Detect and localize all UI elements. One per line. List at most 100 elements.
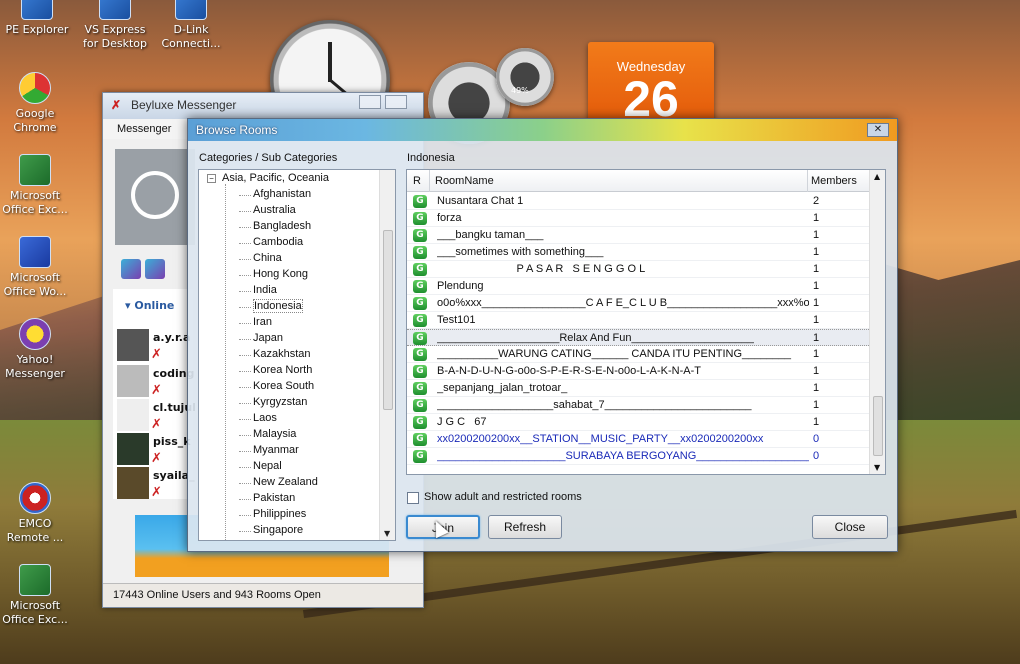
- tree-node-philippines[interactable]: Philippines: [239, 508, 306, 524]
- table-row-selected[interactable]: G ____________________Relax And Fun______…: [407, 329, 869, 346]
- show-adult-checkbox[interactable]: [407, 492, 419, 504]
- column-header-r[interactable]: R: [413, 175, 421, 187]
- category-tree[interactable]: − Asia, Pacific, Oceania Afghanistan Aust…: [198, 169, 396, 541]
- tree-node-singapore[interactable]: Singapore: [239, 524, 303, 540]
- room-members: 1: [813, 416, 820, 428]
- tree-scrollbar[interactable]: ▼: [379, 170, 395, 540]
- scrollbar-thumb[interactable]: [873, 396, 883, 456]
- room-members: 0: [813, 450, 820, 462]
- scroll-down-arrow-icon[interactable]: ▼: [874, 463, 880, 472]
- desktop-icon-yahoo-messenger[interactable]: Yahoo! Messenger: [0, 318, 74, 381]
- table-row[interactable]: G Test101 1: [407, 312, 869, 329]
- tree-node-iran[interactable]: Iran: [239, 316, 272, 332]
- tree-node-new-zealand[interactable]: New Zealand: [239, 476, 318, 492]
- contact-item[interactable]: syaila_ ✗: [115, 467, 195, 501]
- table-row[interactable]: G _sepanjang_jalan_trotoar_ 1: [407, 380, 869, 397]
- table-row[interactable]: Go0o%xxx_________________C A F E_C L U B…: [407, 295, 869, 312]
- collapse-icon[interactable]: −: [207, 173, 216, 183]
- contact-item[interactable]: piss_k ✗: [115, 433, 195, 467]
- group-icon[interactable]: [145, 259, 165, 279]
- dialog-titlebar[interactable]: Browse Rooms: [188, 119, 897, 141]
- column-header-roomname[interactable]: RoomName: [435, 175, 494, 187]
- refresh-button[interactable]: Refresh: [488, 515, 562, 539]
- table-row[interactable]: Gxx0200200200xx__STATION__MUSIC_PARTY__x…: [407, 431, 869, 448]
- tree-node-bangladesh[interactable]: Bangladesh: [239, 220, 311, 236]
- tree-node-australia[interactable]: Australia: [239, 204, 296, 220]
- room-green-icon: G: [413, 365, 427, 378]
- tree-connector: [239, 291, 251, 292]
- tree-connector: [239, 419, 251, 420]
- table-row[interactable]: G J G C 67 1: [407, 414, 869, 431]
- rooms-table[interactable]: R RoomName Members G Nusantara Chat 1 2 Gf…: [406, 169, 886, 475]
- contact-item[interactable]: coding ✗: [115, 365, 195, 399]
- tree-node-japan[interactable]: Japan: [239, 332, 283, 348]
- table-row[interactable]: G Plendung 1: [407, 278, 869, 295]
- column-header-members[interactable]: Members: [811, 175, 857, 187]
- minimize-button[interactable]: [359, 95, 381, 109]
- maximize-button[interactable]: [385, 95, 407, 109]
- tree-node-hong-kong[interactable]: Hong Kong: [239, 268, 308, 284]
- add-contact-icon[interactable]: [121, 259, 141, 279]
- room-name: xx0200200200xx__STATION__MUSIC_PARTY__xx…: [437, 433, 764, 445]
- room-members: 1: [813, 365, 820, 377]
- tree-node-label: Laos: [253, 412, 277, 424]
- desktop-icon-excel[interactable]: Microsoft Office Exc...: [0, 154, 74, 217]
- tree-node-india[interactable]: India: [239, 284, 277, 300]
- close-button[interactable]: Close: [812, 515, 888, 539]
- tree-node-asia-pacific-oceania[interactable]: − Asia, Pacific, Oceania: [207, 172, 329, 188]
- desktop-icon-emco[interactable]: EMCO Remote ...: [0, 482, 74, 545]
- tree-node-myanmar[interactable]: Myanmar: [239, 444, 299, 460]
- table-row[interactable]: G ___________________sahabat_7___________…: [407, 397, 869, 414]
- tree-node-cambodia[interactable]: Cambodia: [239, 236, 303, 252]
- browse-rooms-dialog[interactable]: Browse Rooms ✕ Categories / Sub Categori…: [187, 118, 898, 552]
- tree-node-korea-south[interactable]: Korea South: [239, 380, 314, 396]
- room-green-icon: G: [413, 263, 427, 276]
- tree-node-korea-north[interactable]: Korea North: [239, 364, 312, 380]
- contact-item[interactable]: cl.tujul ✗: [115, 399, 196, 433]
- scrollbar-thumb[interactable]: [383, 230, 393, 410]
- table-row[interactable]: G ___sometimes with something___ 1: [407, 244, 869, 261]
- memory-meter-gadget[interactable]: 49%: [496, 48, 554, 106]
- table-row[interactable]: G _____________________SURABAYA BERGOYANG…: [407, 448, 869, 465]
- tree-node-kazakhstan[interactable]: Kazakhstan: [239, 348, 310, 364]
- tree-connector: [239, 499, 251, 500]
- desktop-icon-chrome[interactable]: Google Chrome: [0, 72, 74, 135]
- tree-connector: [239, 339, 251, 340]
- desktop-icon-excel-2[interactable]: Microsoft Office Exc...: [0, 564, 74, 627]
- scroll-down-arrow-icon[interactable]: ▼: [384, 529, 390, 538]
- table-row[interactable]: G P A S A R S E N G G O L 1: [407, 261, 869, 278]
- show-adult-label[interactable]: Show adult and restricted rooms: [424, 491, 582, 503]
- avatar[interactable]: [115, 149, 195, 245]
- dialog-title: Browse Rooms: [196, 123, 278, 137]
- contact-item[interactable]: a.y.r.a ✗: [115, 329, 195, 363]
- scroll-up-arrow-icon[interactable]: ▲: [874, 172, 880, 181]
- messenger-title: Beyluxe Messenger: [131, 98, 237, 112]
- tree-node-afghanistan[interactable]: Afghanistan: [239, 188, 311, 204]
- clock-hour-hand: [328, 42, 332, 82]
- table-row[interactable]: G Nusantara Chat 1 2: [407, 193, 869, 210]
- table-row[interactable]: Gforza 1: [407, 210, 869, 227]
- desktop-icon-label: D-Link Connecti...: [161, 23, 221, 50]
- messenger-titlebar[interactable]: ✗ Beyluxe Messenger: [103, 93, 423, 119]
- desktop-icon-vs-express[interactable]: VS Express for Desktop: [76, 0, 154, 51]
- tree-node-nepal[interactable]: Nepal: [239, 460, 282, 476]
- desktop-icon-dlink[interactable]: D-Link Connecti...: [152, 0, 230, 51]
- desktop-icon-word[interactable]: Microsoft Office Wo...: [0, 236, 74, 299]
- calendar-gadget[interactable]: Wednesday 26: [588, 42, 714, 126]
- table-row[interactable]: G B-A-N-D-U-N-G-o0o-S-P-E-R-S-E-N-o0o-L-A…: [407, 363, 869, 380]
- desktop-icon-pe-explorer[interactable]: PE Explorer: [0, 0, 76, 37]
- tree-connector: [239, 227, 251, 228]
- rooms-scrollbar[interactable]: ▲ ▼: [869, 170, 885, 474]
- tree-node-china[interactable]: China: [239, 252, 282, 268]
- tree-node-pakistan[interactable]: Pakistan: [239, 492, 295, 508]
- tree-connector: [239, 243, 251, 244]
- online-group-header[interactable]: ▾ Online: [125, 299, 174, 312]
- tree-node-malaysia[interactable]: Malaysia: [239, 428, 296, 444]
- tree-node-indonesia[interactable]: Indonesia: [239, 299, 303, 316]
- table-row[interactable]: G __________WARUNG CATING______ CANDA ITU…: [407, 346, 869, 363]
- tree-node-kyrgyzstan[interactable]: Kyrgyzstan: [239, 396, 307, 412]
- dialog-close-icon[interactable]: ✕: [867, 123, 889, 137]
- tree-node-laos[interactable]: Laos: [239, 412, 277, 428]
- busy-status-icon: ✗: [151, 383, 162, 398]
- table-row[interactable]: G ___bangku taman___ 1: [407, 227, 869, 244]
